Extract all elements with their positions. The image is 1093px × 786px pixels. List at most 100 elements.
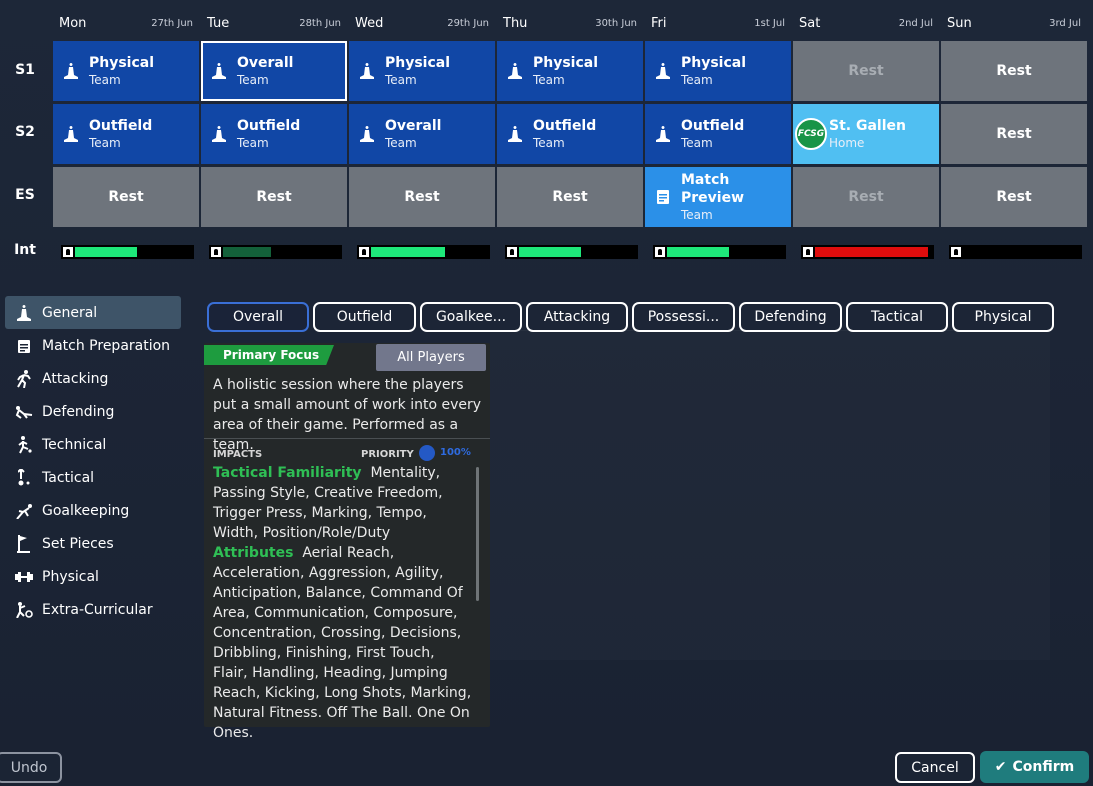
intensity-bar bbox=[801, 245, 934, 259]
tab-tactical[interactable]: Tactical bbox=[846, 302, 948, 332]
sidebar-item-label: General bbox=[42, 304, 98, 321]
session-cell-rest[interactable]: Rest bbox=[349, 167, 495, 227]
session-cell-match-preview[interactable]: Match Preview Team bbox=[645, 167, 791, 227]
impacts-scrollbar[interactable] bbox=[476, 467, 479, 601]
day-name: Sat bbox=[799, 15, 821, 31]
session-cell-rest[interactable]: Rest bbox=[793, 167, 939, 227]
sidebar-item-extra-curricular[interactable]: Extra-Curricular bbox=[5, 593, 181, 626]
session-group: Team bbox=[533, 136, 565, 150]
session-cell[interactable]: Physical Team bbox=[53, 41, 199, 101]
day-name: Thu bbox=[503, 15, 528, 31]
session-name: Rest bbox=[848, 189, 884, 205]
match-cell[interactable]: FCSG St. Gallen Home bbox=[793, 104, 939, 164]
session-name: Rest bbox=[108, 189, 144, 205]
session-group: Team bbox=[681, 73, 713, 87]
tactical-familiarity-heading: Tactical Familiarity bbox=[213, 465, 362, 481]
day-header-sat: Sat 2nd Jul bbox=[793, 10, 939, 36]
sidebar-item-technical[interactable]: Technical bbox=[5, 428, 181, 461]
intensity-bar bbox=[357, 245, 490, 259]
day-name: Fri bbox=[651, 15, 667, 31]
day-date: 3rd Jul bbox=[1049, 17, 1081, 29]
session-cell[interactable]: Physical Team bbox=[349, 41, 495, 101]
confirm-label: Confirm bbox=[1012, 759, 1075, 775]
sidebar-item-tactical[interactable]: Tactical bbox=[5, 461, 181, 494]
running-icon bbox=[13, 369, 35, 388]
sidebar-item-set-pieces[interactable]: Set Pieces bbox=[5, 527, 181, 560]
intensity-fill bbox=[815, 247, 928, 257]
sidebar-item-label: Extra-Curricular bbox=[42, 601, 153, 618]
cancel-button[interactable]: Cancel bbox=[895, 752, 975, 783]
sidebar-item-match-preparation[interactable]: Match Preparation bbox=[5, 329, 181, 362]
general-icon bbox=[497, 63, 533, 79]
day-name: Wed bbox=[355, 15, 384, 31]
session-description: A holistic session where the players put… bbox=[213, 377, 482, 453]
sidebar-item-label: Physical bbox=[42, 568, 99, 585]
session-name: Outfield bbox=[89, 118, 153, 134]
session-cell[interactable]: Overall Team bbox=[349, 104, 495, 164]
all-players-button[interactable]: All Players bbox=[376, 344, 486, 371]
session-name: Rest bbox=[996, 63, 1032, 79]
sidebar-item-goalkeeping[interactable]: Goalkeeping bbox=[5, 494, 181, 527]
tactics-icon bbox=[13, 468, 35, 487]
session-cell-rest[interactable]: Rest bbox=[941, 41, 1087, 101]
intensity-bar bbox=[949, 245, 1082, 259]
tab-attacking[interactable]: Attacking bbox=[526, 302, 628, 332]
sidebar-item-attacking[interactable]: Attacking bbox=[5, 362, 181, 395]
intensity-marker-icon bbox=[655, 247, 665, 257]
general-icon bbox=[201, 126, 237, 142]
general-icon bbox=[349, 63, 385, 79]
undo-button[interactable]: Undo bbox=[0, 752, 62, 783]
intensity-marker-icon bbox=[211, 247, 221, 257]
session-cell-rest[interactable]: Rest bbox=[497, 167, 643, 227]
sidebar-item-label: Defending bbox=[42, 403, 115, 420]
intensity-bar bbox=[653, 245, 786, 259]
day-date: 1st Jul bbox=[754, 17, 785, 29]
day-header-wed: Wed 29th Jun bbox=[349, 10, 495, 36]
session-name: Overall bbox=[385, 118, 442, 134]
session-cell-rest[interactable]: Rest bbox=[941, 167, 1087, 227]
session-name: Outfield bbox=[681, 118, 745, 134]
intensity-marker-icon bbox=[507, 247, 517, 257]
tab-defending[interactable]: Defending bbox=[739, 302, 842, 332]
general-icon bbox=[645, 63, 681, 79]
session-group: Team bbox=[89, 136, 121, 150]
background-ghost-panel bbox=[490, 330, 1050, 660]
sidebar-item-defending[interactable]: Defending bbox=[5, 395, 181, 428]
session-name: Rest bbox=[996, 189, 1032, 205]
tab-physical[interactable]: Physical bbox=[952, 302, 1054, 332]
session-cell[interactable]: Overall Team bbox=[201, 41, 347, 101]
session-cell-rest[interactable]: Rest bbox=[53, 167, 199, 227]
tab-possession[interactable]: Possessi... bbox=[632, 302, 735, 332]
day-name: Mon bbox=[59, 15, 87, 31]
tab-overall[interactable]: Overall bbox=[207, 302, 309, 332]
session-name: Physical bbox=[681, 55, 747, 71]
intensity-bar bbox=[61, 245, 194, 259]
document-icon bbox=[645, 190, 681, 204]
session-name: Rest bbox=[552, 189, 588, 205]
intensity-bar bbox=[209, 245, 342, 259]
sidebar-item-general[interactable]: General bbox=[5, 296, 181, 329]
session-cell-rest[interactable]: Rest bbox=[941, 104, 1087, 164]
session-cell[interactable]: Outfield Team bbox=[645, 104, 791, 164]
intensity-fill bbox=[371, 247, 445, 257]
sidebar-item-physical[interactable]: Physical bbox=[5, 560, 181, 593]
confirm-button[interactable]: ✔ Confirm bbox=[980, 751, 1089, 783]
session-name: Outfield bbox=[533, 118, 597, 134]
session-cell-rest[interactable]: Rest bbox=[201, 167, 347, 227]
session-cell[interactable]: Physical Team bbox=[645, 41, 791, 101]
tab-goalkeeping[interactable]: Goalkee... bbox=[420, 302, 522, 332]
match-venue: Home bbox=[829, 136, 865, 150]
session-cell[interactable]: Outfield Team bbox=[53, 104, 199, 164]
session-name: Rest bbox=[848, 63, 884, 79]
session-cell-rest[interactable]: Rest bbox=[793, 41, 939, 101]
category-sidebar: General Match Preparation Attacking Defe… bbox=[5, 296, 181, 626]
session-cell[interactable]: Physical Team bbox=[497, 41, 643, 101]
day-header-sun: Sun 3rd Jul bbox=[941, 10, 1087, 36]
session-cell[interactable]: Outfield Team bbox=[497, 104, 643, 164]
intensity-fill bbox=[519, 247, 581, 257]
attributes-heading: Attributes bbox=[213, 545, 294, 561]
general-icon bbox=[645, 126, 681, 142]
tab-outfield[interactable]: Outfield bbox=[313, 302, 416, 332]
session-cell[interactable]: Outfield Team bbox=[201, 104, 347, 164]
sidebar-item-label: Match Preparation bbox=[42, 337, 171, 354]
